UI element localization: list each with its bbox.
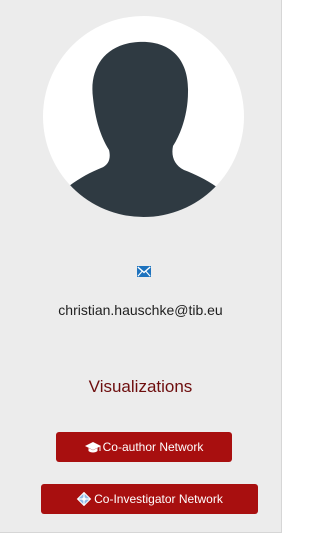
profile-sidebar: christian.hauschke@tib.eu Visualizations…	[0, 0, 282, 533]
person-silhouette-icon	[43, 41, 244, 217]
avatar	[43, 16, 244, 217]
coauthor-network-button[interactable]: Co-author Network	[56, 432, 232, 462]
coinvestigator-network-label: Co-Investigator Network	[94, 492, 223, 506]
email-address: christian.hauschke@tib.eu	[58, 302, 223, 318]
coauthor-network-label: Co-author Network	[102, 440, 204, 454]
visualizations-heading: Visualizations	[88, 377, 193, 396]
network-diamond-icon	[76, 491, 92, 506]
envelope-icon[interactable]	[137, 266, 151, 277]
graduation-cap-icon	[84, 440, 101, 454]
coinvestigator-network-button[interactable]: Co-Investigator Network	[41, 484, 258, 514]
